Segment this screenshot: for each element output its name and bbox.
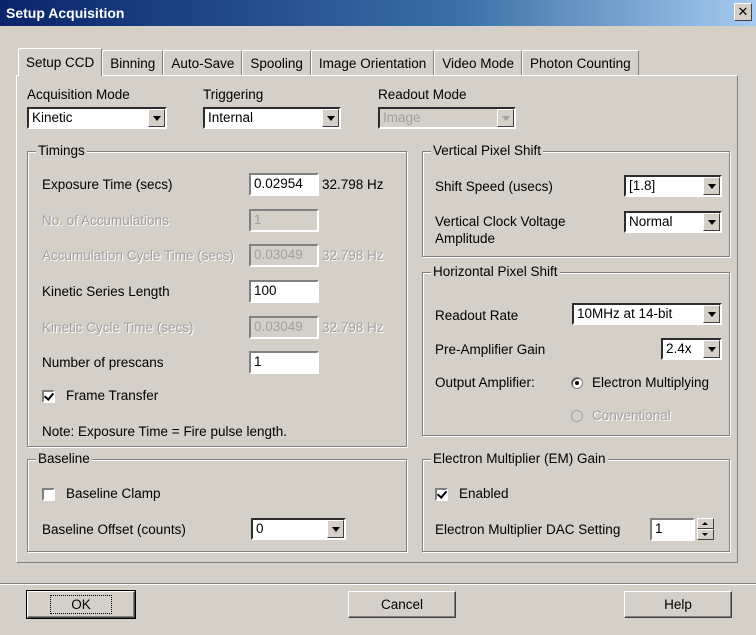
kinetic-cycle-label: Kinetic Cycle Time (secs) <box>42 320 194 335</box>
preamp-select[interactable]: 2.4x <box>661 338 722 360</box>
exposure-note: Note: Exposure Time = Fire pulse length. <box>42 424 287 439</box>
tab-photon-counting[interactable]: Photon Counting <box>522 50 639 75</box>
chevron-down-icon[interactable] <box>703 305 720 323</box>
em-radio[interactable] <box>571 377 583 389</box>
accumulation-cycle-hz: 32.798 Hz <box>322 248 384 263</box>
chevron-down-icon[interactable] <box>703 340 720 358</box>
readout-rate-label: Readout Rate <box>435 308 519 323</box>
em-enabled-checkbox[interactable] <box>435 488 448 501</box>
baseline-title: Baseline <box>36 451 92 466</box>
readout-mode-label: Readout Mode <box>378 87 467 102</box>
em-enabled-label: Enabled <box>459 486 509 501</box>
kinetic-length-input[interactable]: 100 <box>249 280 319 303</box>
accumulations-label: No. of Accumulations <box>42 213 169 228</box>
triggering-select[interactable]: Internal <box>203 107 341 129</box>
output-amp-label: Output Amplifier: <box>435 375 535 390</box>
baseline-group: Baseline <box>27 451 407 552</box>
dac-label: Electron Multiplier DAC Setting <box>435 522 621 537</box>
clock-voltage-select[interactable]: Normal <box>624 211 722 233</box>
prescans-label: Number of prescans <box>42 355 164 370</box>
chevron-down-icon[interactable] <box>322 109 339 127</box>
dac-input[interactable]: 1 <box>650 518 695 541</box>
exposure-time-label: Exposure Time (secs) <box>42 177 173 192</box>
kinetic-cycle-input: 0.03049 <box>249 316 319 339</box>
shift-speed-value: [1.8] <box>629 178 656 193</box>
chevron-down-icon[interactable] <box>148 109 165 127</box>
accumulations-input: 1 <box>249 209 319 232</box>
chevron-down-icon[interactable] <box>327 520 344 538</box>
clock-voltage-label-1: Vertical Clock Voltage <box>435 214 566 229</box>
window-title: Setup Acquisition <box>6 5 125 21</box>
accumulation-cycle-label: Accumulation Cycle Time (secs) <box>42 248 235 263</box>
accumulation-cycle-input: 0.03049 <box>249 244 319 267</box>
kinetic-length-label: Kinetic Series Length <box>42 284 170 299</box>
triggering-value: Internal <box>208 110 254 125</box>
acquisition-mode-select[interactable]: Kinetic <box>27 107 167 129</box>
horizontal-shift-title: Horizontal Pixel Shift <box>431 264 560 279</box>
clock-voltage-label-2: Amplitude <box>435 231 496 246</box>
ok-button-label: OK <box>50 595 112 614</box>
button-separator <box>0 583 756 585</box>
chevron-down-icon <box>497 109 514 127</box>
baseline-offset-select[interactable]: 0 <box>251 518 346 540</box>
baseline-offset-label: Baseline Offset (counts) <box>42 522 186 537</box>
baseline-offset-value: 0 <box>256 521 264 536</box>
cancel-button[interactable]: Cancel <box>348 591 456 618</box>
tab-spooling[interactable]: Spooling <box>242 50 311 75</box>
acquisition-mode-value: Kinetic <box>32 110 73 125</box>
tab-auto-save[interactable]: Auto-Save <box>163 50 243 75</box>
vertical-shift-title: Vertical Pixel Shift <box>431 143 544 158</box>
frame-transfer-label: Frame Transfer <box>66 388 159 403</box>
tab-setup-ccd[interactable]: Setup CCD <box>18 48 103 76</box>
prescans-input[interactable]: 1 <box>249 351 319 374</box>
readout-rate-select[interactable]: 10MHz at 14-bit <box>572 303 722 325</box>
readout-mode-value: Image <box>383 110 421 125</box>
baseline-clamp-label: Baseline Clamp <box>66 486 161 501</box>
conventional-radio <box>571 410 583 422</box>
help-button[interactable]: Help <box>624 591 732 618</box>
spin-up-icon[interactable] <box>697 518 714 529</box>
chevron-down-icon[interactable] <box>703 177 720 195</box>
setup-acquisition-dialog: Setup Acquisition ✕ Setup CCD Binning Au… <box>0 0 756 635</box>
readout-mode-select: Image <box>378 107 516 129</box>
readout-rate-value: 10MHz at 14-bit <box>577 306 673 321</box>
title-bar: Setup Acquisition ✕ <box>0 0 756 26</box>
acquisition-mode-label: Acquisition Mode <box>27 87 130 102</box>
frame-transfer-checkbox[interactable] <box>42 390 55 403</box>
exposure-time-input[interactable]: 0.02954 <box>249 173 319 196</box>
tab-binning[interactable]: Binning <box>102 50 164 75</box>
conventional-radio-label: Conventional <box>592 408 671 423</box>
exposure-hz: 32.798 Hz <box>322 177 384 192</box>
tab-image-orientation[interactable]: Image Orientation <box>310 50 435 75</box>
baseline-clamp-checkbox[interactable] <box>42 488 55 501</box>
dac-spinner[interactable] <box>697 518 714 541</box>
chevron-down-icon[interactable] <box>703 213 720 231</box>
shift-speed-label: Shift Speed (usecs) <box>435 179 553 194</box>
shift-speed-select[interactable]: [1.8] <box>624 175 722 197</box>
spin-down-icon[interactable] <box>697 529 714 540</box>
ok-button[interactable]: OK <box>26 590 136 619</box>
triggering-label: Triggering <box>203 87 264 102</box>
em-radio-label: Electron Multiplying <box>592 375 710 390</box>
preamp-label: Pre-Amplifier Gain <box>435 342 546 357</box>
tab-video-mode[interactable]: Video Mode <box>434 50 523 75</box>
preamp-value: 2.4x <box>666 341 692 356</box>
timings-title: Timings <box>36 143 87 158</box>
kinetic-cycle-hz: 32.798 Hz <box>322 320 384 335</box>
close-icon[interactable]: ✕ <box>734 3 752 21</box>
em-gain-title: Electron Multiplier (EM) Gain <box>431 451 608 466</box>
tab-strip: Setup CCD Binning Auto-Save Spooling Ima… <box>18 47 639 76</box>
clock-voltage-value: Normal <box>629 214 673 229</box>
